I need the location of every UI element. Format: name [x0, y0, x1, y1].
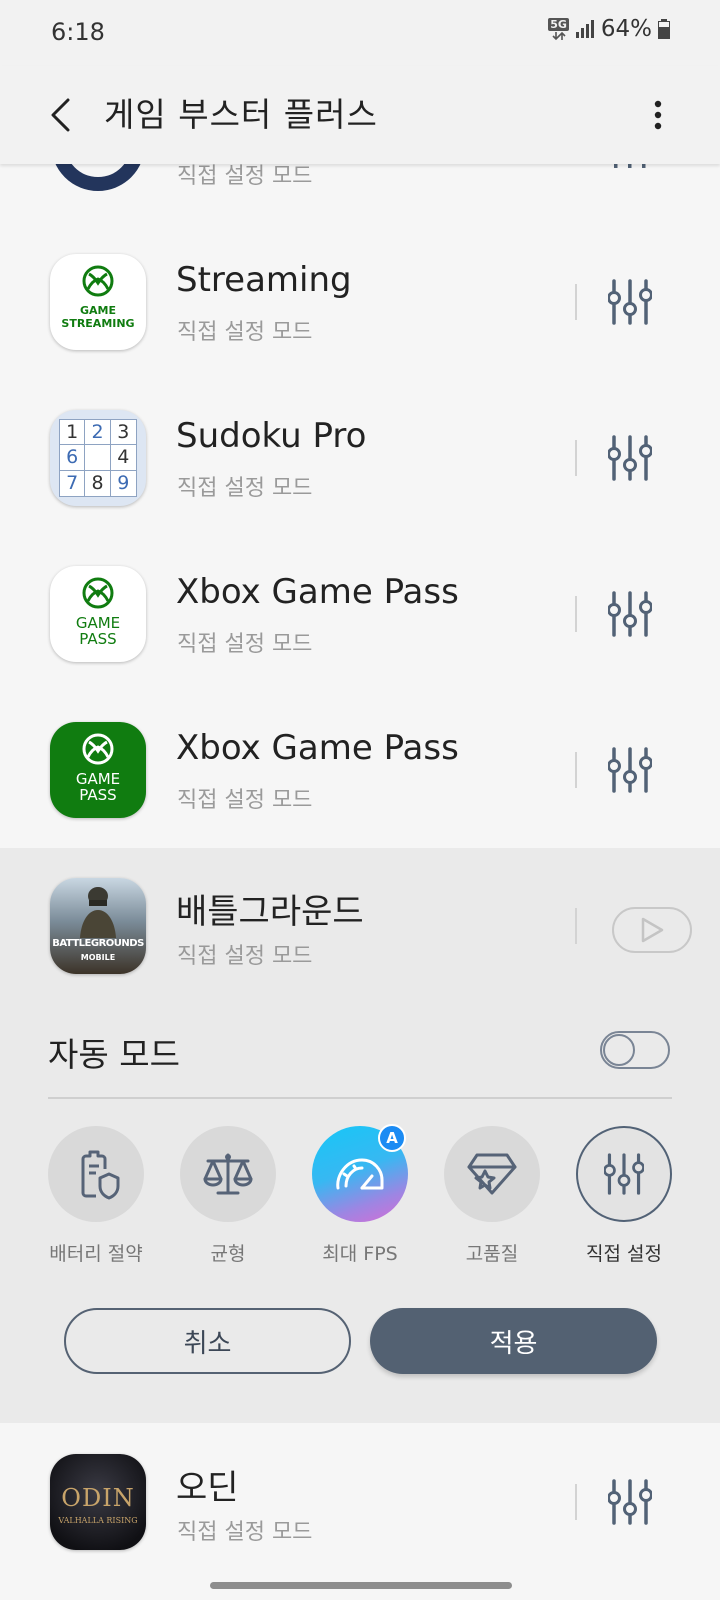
icon-text-line: MOBILE	[80, 953, 116, 962]
diamond-icon	[467, 1153, 517, 1195]
game-row[interactable]: 1 2 3 6 4 7 8 9 Sudoku Pro 직접 설정 모드	[0, 380, 720, 536]
soldier-figure-icon	[80, 887, 116, 938]
toggle-knob	[603, 1034, 635, 1066]
sudoku-digit: 1	[60, 420, 86, 446]
xbox-streaming-app-icon: GAME STREAMING	[50, 254, 146, 350]
auto-badge: A	[378, 1124, 406, 1152]
mode-circle	[48, 1126, 144, 1222]
battery-shield-icon	[81, 1150, 120, 1200]
battery-icon	[658, 19, 670, 39]
game-mode-text: 직접 설정 모드	[177, 632, 313, 657]
game-name: 배틀그라운드	[176, 892, 364, 932]
sliders-icon[interactable]	[608, 590, 652, 638]
sudoku-digit	[85, 445, 111, 471]
play-button[interactable]	[612, 907, 692, 953]
xbox-game-pass-app-icon: GAME PASS	[50, 722, 146, 818]
play-icon	[641, 917, 664, 943]
game-row[interactable]: GAME STREAMING Streaming 직접 설정 모드	[0, 224, 720, 380]
game-row-expanded[interactable]: BATTLEGROUNDS MOBILE 배틀그라운드 직접 설정 모드	[0, 848, 720, 1004]
mode-label: 균형	[210, 1243, 246, 1265]
mode-label: 고품질	[465, 1243, 519, 1265]
auto-mode-toggle[interactable]	[600, 1031, 670, 1069]
row-divider	[575, 440, 577, 476]
game-name: Xbox Game Pass	[176, 572, 459, 612]
scale-icon	[203, 1153, 253, 1195]
icon-text-line: PASS	[79, 630, 117, 648]
sudoku-digit: 3	[110, 420, 136, 446]
mode-circle	[444, 1126, 540, 1222]
status-icons: 5G 64%	[548, 16, 670, 42]
sudoku-digit: 7	[60, 470, 86, 496]
network-5g-icon: 5G	[548, 17, 569, 41]
icon-text-line: GAME	[79, 304, 116, 317]
status-bar: 6:18 5G 64%	[0, 0, 720, 66]
xbox-logo-icon	[82, 733, 114, 765]
sudoku-digit: 4	[110, 445, 136, 471]
game-name: Sudoku Pro	[176, 416, 367, 456]
mode-circle-selected	[576, 1126, 672, 1222]
sudoku-digit: 2	[85, 420, 111, 446]
game-mode-text: 직접 설정 모드	[177, 944, 313, 969]
icon-text-line: BATTLEGROUNDS	[52, 938, 144, 949]
xbox-logo-icon	[82, 265, 114, 297]
row-divider	[575, 908, 577, 944]
battlegrounds-app-icon: BATTLEGROUNDS MOBILE	[50, 878, 146, 974]
expanded-game-settings: BATTLEGROUNDS MOBILE 배틀그라운드 직접 설정 모드 자동 …	[0, 848, 720, 1423]
battery-percent: 64%	[600, 16, 652, 42]
status-time: 6:18	[51, 18, 105, 46]
game-row[interactable]: GAME PASS Xbox Game Pass 직접 설정 모드	[0, 692, 720, 848]
xbox-logo-icon	[82, 577, 114, 609]
auto-mode-label: 자동 모드	[48, 1035, 180, 1074]
more-options-button[interactable]	[646, 92, 670, 138]
game-mode-text: 직접 설정 모드	[177, 476, 313, 501]
speedometer-icon	[336, 1158, 384, 1190]
sliders-icon[interactable]	[608, 1478, 652, 1526]
row-divider	[575, 596, 577, 632]
app-bar: 게임 부스터 플러스	[0, 66, 720, 164]
mode-label: 배터리 절약	[49, 1243, 143, 1265]
sudoku-digit: 6	[60, 445, 86, 471]
back-button[interactable]	[40, 90, 80, 140]
game-row[interactable]: GAME PASS Xbox Game Pass 직접 설정 모드	[0, 536, 720, 692]
sudoku-app-icon: 1 2 3 6 4 7 8 9	[50, 410, 146, 506]
odin-app-icon: ODIN VALHALLA RISING	[50, 1454, 146, 1550]
game-name: Xbox Game Pass	[176, 728, 459, 768]
row-divider	[575, 1484, 577, 1520]
icon-text-line: STREAMING	[61, 317, 135, 330]
game-mode-text: 직접 설정 모드	[177, 1520, 313, 1545]
section-divider	[48, 1097, 672, 1099]
cancel-button[interactable]: 취소	[64, 1308, 351, 1374]
sliders-icon[interactable]	[608, 278, 652, 326]
signal-icon	[575, 20, 594, 38]
mode-circle	[180, 1126, 276, 1222]
mode-label: 직접 설정	[586, 1243, 662, 1265]
game-name: 오딘	[176, 1468, 239, 1508]
sliders-icon[interactable]	[608, 746, 652, 794]
back-arrow-icon	[51, 98, 70, 132]
game-mode-text: 직접 설정 모드	[177, 320, 313, 345]
sliders-icon[interactable]	[608, 434, 652, 482]
row-divider	[575, 284, 577, 320]
xbox-game-pass-app-icon: GAME PASS	[50, 566, 146, 662]
home-gesture-bar[interactable]	[210, 1582, 512, 1589]
sudoku-digit: 9	[117, 472, 130, 495]
icon-text-line: ODIN	[61, 1484, 135, 1512]
sliders-icon	[604, 1153, 644, 1195]
game-row[interactable]: ODIN VALHALLA RISING 오딘 직접 설정 모드	[0, 1424, 720, 1580]
apply-button[interactable]: 적용	[370, 1308, 657, 1374]
icon-text-line: PASS	[79, 786, 117, 804]
row-divider	[575, 752, 577, 788]
more-vertical-icon	[654, 100, 662, 130]
sudoku-digit: 8	[85, 470, 111, 496]
icon-text-line: VALHALLA RISING	[58, 1516, 138, 1525]
mode-label: 최대 FPS	[322, 1243, 398, 1265]
game-name: Streaming	[176, 260, 352, 300]
sudoku-grid: 1 2 3 6 4 7 8 9	[59, 419, 137, 497]
page-title: 게임 부스터 플러스	[104, 95, 378, 134]
game-mode-text: 직접 설정 모드	[177, 788, 313, 813]
